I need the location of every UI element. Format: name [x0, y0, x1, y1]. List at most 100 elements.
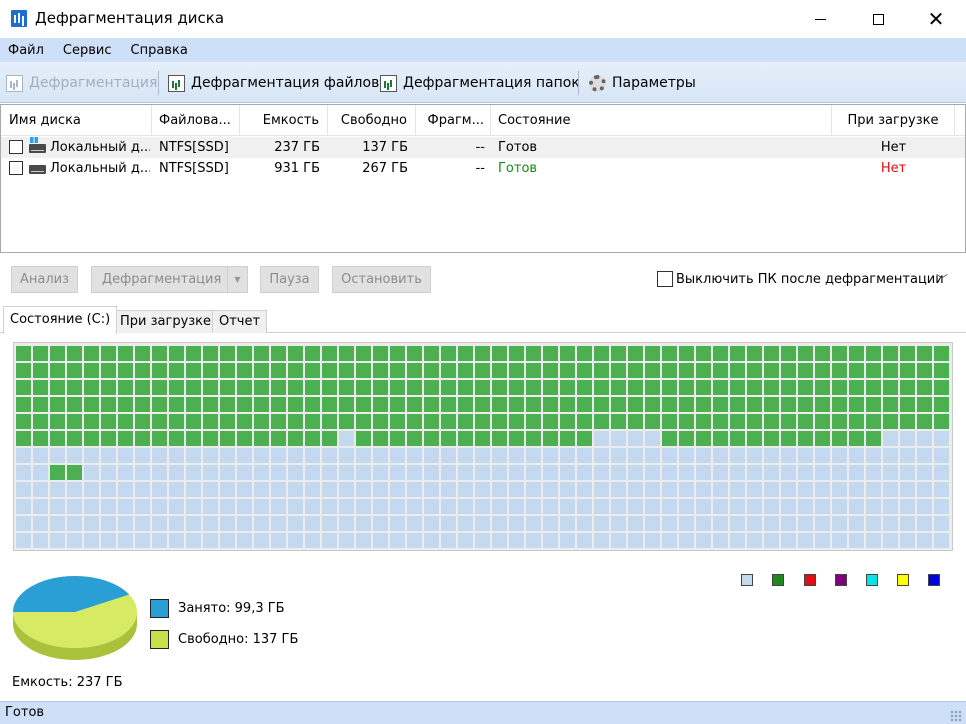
- cluster-free-block: [832, 533, 847, 548]
- toolbar-defrag-files-button[interactable]: Дефрагментация файлов: [168, 73, 379, 93]
- cluster-used-block: [662, 431, 677, 446]
- used-stat: Занято: 99,3 ГБ: [150, 598, 285, 618]
- toolbar-defrag-folders-button[interactable]: Дефрагментация папок: [380, 73, 580, 93]
- pause-button[interactable]: Пауза: [260, 266, 319, 293]
- cluster-free-block: [662, 482, 677, 497]
- disk-row[interactable]: Локальный д... NTFS[SSD] 237 ГБ 137 ГБ -…: [1, 137, 965, 158]
- cluster-free-block: [628, 516, 643, 531]
- cluster-used-block: [322, 346, 337, 361]
- shutdown-checkbox[interactable]: [657, 271, 673, 287]
- menu-file[interactable]: Файл: [8, 43, 44, 58]
- cluster-used-block: [628, 363, 643, 378]
- cluster-used-block: [475, 397, 490, 412]
- disk-row[interactable]: Локальный д... NTFS[SSD] 931 ГБ 267 ГБ -…: [1, 158, 965, 179]
- tab-state[interactable]: Состояние (C:): [3, 306, 118, 334]
- cluster-used-block: [135, 363, 150, 378]
- cluster-free-block: [645, 448, 660, 463]
- cluster-used-block: [203, 363, 218, 378]
- cluster-used-block: [696, 431, 711, 446]
- cluster-used-block: [577, 414, 592, 429]
- close-button[interactable]: ✕: [913, 0, 959, 38]
- menu-service[interactable]: Сервис: [63, 43, 112, 58]
- cluster-free-block: [577, 465, 592, 480]
- cluster-free-block: [560, 465, 575, 480]
- cluster-used-block: [67, 363, 82, 378]
- defrag-button[interactable]: Дефрагментация ▼: [91, 266, 248, 293]
- cluster-used-block: [543, 414, 558, 429]
- resize-grip-icon[interactable]: [950, 710, 962, 722]
- cluster-free-block: [594, 499, 609, 514]
- cluster-used-block: [458, 363, 473, 378]
- cluster-used-block: [356, 346, 371, 361]
- cluster-free-block: [220, 516, 235, 531]
- chevron-down-icon[interactable]: ﹀: [936, 271, 950, 287]
- col-free[interactable]: Свободно: [328, 105, 416, 136]
- cluster-used-block: [866, 397, 881, 412]
- cluster-used-block: [560, 397, 575, 412]
- cluster-used-block: [407, 363, 422, 378]
- cluster-free-block: [50, 533, 65, 548]
- cluster-free-block: [764, 516, 779, 531]
- shutdown-option[interactable]: Выключить ПК после дефрагментации: [657, 271, 944, 287]
- cluster-free-block: [271, 516, 286, 531]
- toolbar-defrag-button[interactable]: Дефрагментация: [6, 73, 157, 93]
- cluster-free-block: [696, 516, 711, 531]
- cluster-used-block: [254, 414, 269, 429]
- cluster-used-block: [696, 346, 711, 361]
- cluster-free-block: [917, 431, 932, 446]
- col-disk-name[interactable]: Имя диска: [1, 105, 152, 136]
- cluster-free-block: [696, 533, 711, 548]
- chevron-down-icon[interactable]: ▼: [227, 267, 247, 292]
- cluster-used-block: [900, 346, 915, 361]
- cluster-free-block: [543, 533, 558, 548]
- cluster-free-block: [645, 482, 660, 497]
- minimize-button[interactable]: [797, 0, 843, 38]
- cluster-free-block: [152, 465, 167, 480]
- cluster-free-block: [390, 499, 405, 514]
- cluster-free-block: [475, 482, 490, 497]
- cluster-free-block: [356, 465, 371, 480]
- cluster-used-block: [356, 414, 371, 429]
- col-fragmentation[interactable]: Фрагм...: [416, 105, 491, 136]
- menu-help[interactable]: Справка: [131, 43, 188, 58]
- col-capacity[interactable]: Емкость: [240, 105, 328, 136]
- cluster-used-block: [526, 346, 541, 361]
- cluster-free-block: [509, 499, 524, 514]
- disk-checkbox[interactable]: [9, 140, 23, 154]
- cluster-free-block: [356, 516, 371, 531]
- cluster-used-block: [220, 431, 235, 446]
- cluster-free-block: [492, 465, 507, 480]
- col-state[interactable]: Состояние: [491, 105, 832, 136]
- disk-filesystem: NTFS[SSD]: [159, 140, 229, 155]
- cluster-free-block: [373, 533, 388, 548]
- cluster-free-block: [628, 431, 643, 446]
- cluster-used-block: [628, 380, 643, 395]
- cluster-used-block: [254, 380, 269, 395]
- cluster-used-block: [356, 363, 371, 378]
- cluster-free-block: [16, 465, 31, 480]
- cluster-used-block: [288, 346, 303, 361]
- col-boot[interactable]: При загрузке: [832, 105, 955, 136]
- cluster-used-block: [866, 363, 881, 378]
- cluster-used-block: [900, 414, 915, 429]
- cluster-free-block: [679, 448, 694, 463]
- tab-boot[interactable]: При загрузке: [113, 310, 219, 333]
- toolbar-settings-button[interactable]: Параметры: [589, 73, 696, 93]
- cluster-used-block: [696, 380, 711, 395]
- cluster-used-block: [169, 380, 184, 395]
- cluster-free-block: [713, 533, 728, 548]
- cluster-free-block: [458, 465, 473, 480]
- col-filesystem[interactable]: Файлова...: [152, 105, 240, 136]
- legend-swatch: [866, 574, 878, 586]
- stop-button[interactable]: Остановить: [332, 266, 431, 293]
- disk-checkbox[interactable]: [9, 161, 23, 175]
- title-bar: Дефрагментация диска ✕: [0, 0, 966, 38]
- disk-capacity: 931 ГБ: [274, 161, 320, 176]
- cluster-free-block: [186, 516, 201, 531]
- toolbar-settings-label: Параметры: [612, 75, 696, 91]
- maximize-button[interactable]: [855, 0, 901, 38]
- cluster-free-block: [764, 533, 779, 548]
- analyze-button[interactable]: Анализ: [11, 266, 78, 293]
- tab-report[interactable]: Отчет: [212, 310, 268, 333]
- cluster-free-block: [611, 465, 626, 480]
